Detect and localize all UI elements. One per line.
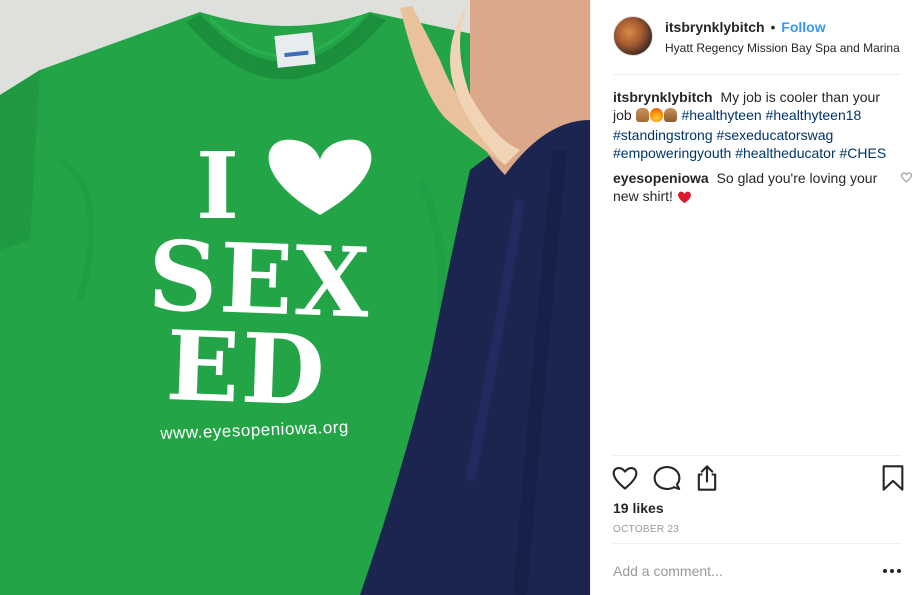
header-divider [613,74,901,75]
hashtag-link[interactable]: #healthyteen18 [766,107,862,123]
heart-outline-icon[interactable] [611,464,639,492]
comment-box-divider [613,543,901,544]
header-separator: • [770,19,776,35]
fingers-crossed-emoji-icon [635,108,649,122]
caption-username[interactable]: itsbrynklybitch [613,89,716,105]
caption-emojis [635,108,678,126]
header-row: itsbrynklybitch • Follow [665,18,900,36]
comment-like-heart-icon[interactable] [900,171,913,183]
actions-divider [613,455,901,456]
location-link[interactable]: Hyatt Regency Mission Bay Spa and Marina [665,40,900,56]
comments-section: itsbrynklybitch My job is cooler than yo… [613,88,912,212]
hashtag-link[interactable]: #healthyteen [681,107,761,123]
comment-username[interactable]: eyesopeniowa [613,170,713,186]
follow-button[interactable]: Follow [781,19,825,35]
post-side-panel: itsbrynklybitch • Follow Hyatt Regency M… [590,0,923,595]
photo-scene [0,0,590,595]
hashtag-link[interactable]: #sexeducatorswag [717,127,834,143]
instagram-post: I SEX ED www.eyesopeniowa.org itsbrynkly… [0,0,923,595]
post-header: itsbrynklybitch • Follow Hyatt Regency M… [591,0,923,74]
post-photo[interactable]: I SEX ED www.eyesopeniowa.org [0,0,590,595]
like-count[interactable]: 19 likes [613,500,664,516]
hashtag-link[interactable]: #empoweringyouth [613,145,731,161]
header-username[interactable]: itsbrynklybitch [665,19,765,35]
post-actions [611,464,904,494]
share-upload-icon[interactable] [693,464,721,492]
avatar[interactable] [613,16,653,56]
comment-item: eyesopeniowa So glad you're loving your … [613,169,912,205]
header-text: itsbrynklybitch • Follow Hyatt Regency M… [665,18,900,56]
speech-bubble-icon[interactable] [653,464,681,492]
ellipsis-icon[interactable] [881,562,903,580]
caption: itsbrynklybitch My job is cooler than yo… [613,88,903,162]
add-comment-input[interactable] [613,560,875,582]
red-heart-emoji-icon [677,191,691,204]
hashtag-link[interactable]: #healtheducator [735,145,835,161]
bookmark-icon[interactable] [879,464,907,492]
raised-hands-emoji-icon [663,108,677,122]
hashtag-link[interactable]: #standingstrong [613,127,713,143]
post-date[interactable]: OCTOBER 23 [613,524,679,535]
fire-emoji-icon [649,108,663,122]
hashtag-link[interactable]: #CHES [840,145,887,161]
